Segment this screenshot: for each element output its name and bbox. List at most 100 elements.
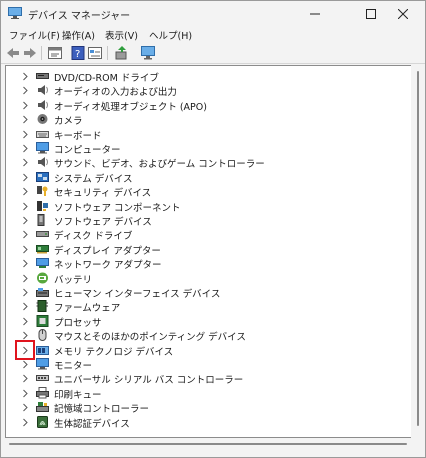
dvd-drive-icon	[36, 73, 49, 79]
tree-node-label: DVD/CD-ROM ドライブ	[54, 73, 159, 84]
tree-node[interactable]: キーボード	[6, 127, 412, 142]
properties-icon[interactable]	[48, 46, 62, 60]
help-icon[interactable]: ?	[71, 46, 85, 60]
chevron-right-icon[interactable]	[21, 317, 29, 326]
chevron-right-icon[interactable]	[21, 130, 29, 139]
tree-node[interactable]: カメラ	[6, 112, 412, 127]
tree-node-label: バッテリ	[54, 274, 93, 286]
scan-hardware-icon[interactable]	[141, 46, 155, 60]
tree-node-label: ヒューマン インターフェイス デバイス	[54, 289, 221, 300]
tree-node-label: ディスプレイ アダプター	[54, 245, 161, 257]
tree-node-label: ソフトウェア コンポーネント	[54, 202, 181, 214]
toolbar-separator	[41, 46, 42, 60]
tree-node-label: コンピューター	[54, 145, 121, 156]
tree-node-label: システム デバイス	[54, 173, 133, 185]
chevron-right-icon[interactable]	[21, 274, 29, 283]
tree-node[interactable]: オーディオの入力および出力	[6, 83, 412, 98]
software-component-icon	[37, 200, 48, 211]
tree-node[interactable]: コンピューター	[6, 141, 412, 156]
chevron-right-icon[interactable]	[21, 230, 29, 239]
update-driver-icon[interactable]	[115, 46, 129, 60]
tree-node[interactable]: システム デバイス	[6, 170, 412, 185]
tree-node[interactable]: サウンド、ビデオ、およびゲーム コントローラー	[6, 155, 412, 170]
tree-node[interactable]: 印刷キュー	[6, 386, 412, 401]
close-button[interactable]	[381, 1, 425, 27]
tree-node[interactable]: ファームウェア	[6, 299, 412, 314]
tree-node[interactable]: 生体認証デバイス	[6, 415, 412, 430]
forward-icon[interactable]	[23, 46, 37, 60]
chevron-right-icon[interactable]	[21, 216, 29, 225]
tree-node-label: キーボード	[54, 130, 102, 142]
view-icon[interactable]	[88, 46, 102, 60]
tree-node-label: 印刷キュー	[54, 389, 102, 401]
tree-node[interactable]: オーディオ処理オブジェクト (APO)	[6, 98, 412, 113]
window-title: デバイス マネージャー	[28, 11, 131, 22]
tree-node-label: セキュリティ デバイス	[54, 188, 152, 200]
menu-action[interactable]: 操作(A)	[62, 28, 95, 42]
menu-help[interactable]: ヘルプ(H)	[149, 28, 192, 42]
chevron-right-icon[interactable]	[21, 331, 29, 340]
keyboard-icon	[36, 130, 49, 138]
tree-node-label: ソフトウェア デバイス	[54, 217, 152, 228]
tree-node[interactable]: マウスとそのほかのポインティング デバイス	[6, 328, 412, 343]
minimize-button[interactable]	[293, 1, 337, 27]
chevron-right-icon[interactable]	[21, 389, 29, 398]
tree-node[interactable]: 記憶域コントローラー	[6, 400, 412, 415]
chevron-right-icon[interactable]	[21, 245, 29, 254]
tree-node[interactable]: DVD/CD-ROM ドライブ	[6, 69, 412, 84]
system-device-icon	[36, 171, 49, 182]
tree-node-label: オーディオの入力および出力	[54, 87, 177, 99]
device-tree[interactable]: DVD/CD-ROM ドライブオーディオの入力および出力オーディオ処理オブジェク…	[5, 65, 413, 438]
menu-file[interactable]: ファイル(F)	[9, 28, 60, 42]
tree-node[interactable]: プロセッサ	[6, 314, 412, 329]
tree-node-label: マウスとそのほかのポインティング デバイス	[54, 332, 246, 344]
chevron-right-icon[interactable]	[21, 360, 29, 369]
chevron-right-icon[interactable]	[21, 173, 29, 182]
tree-node[interactable]: メモリ テクノロジ デバイス	[6, 343, 412, 358]
tree-node[interactable]: セキュリティ デバイス	[6, 184, 412, 199]
chevron-right-icon[interactable]	[21, 302, 29, 311]
tree-node[interactable]: ソフトウェア コンポーネント	[6, 199, 412, 214]
tree-node[interactable]: バッテリ	[6, 271, 412, 286]
tree-node[interactable]: ネットワーク アダプター	[6, 256, 412, 271]
battery-icon	[37, 272, 48, 284]
vertical-scroll-thumb[interactable]	[417, 71, 419, 426]
disk-drive-icon	[36, 231, 49, 238]
chevron-right-icon[interactable]	[21, 158, 29, 167]
chevron-right-icon[interactable]	[21, 86, 29, 95]
horizontal-scrollbar[interactable]	[5, 438, 411, 450]
chevron-right-icon[interactable]	[21, 101, 29, 110]
vertical-scrollbar[interactable]	[411, 65, 423, 438]
storage-controller-icon	[36, 402, 49, 413]
toolbar-separator	[107, 46, 108, 60]
back-icon[interactable]	[6, 46, 20, 60]
tree-node-label: 生体認証デバイス	[54, 418, 130, 430]
tree-node[interactable]: ディスク ドライブ	[6, 227, 412, 242]
chevron-right-icon[interactable]	[21, 202, 29, 211]
device-manager-window: デバイス マネージャー ファイル(F) 操作(A) 表示(V) ヘルプ(H) ?…	[0, 0, 426, 458]
tree-node-label: ディスク ドライブ	[54, 231, 133, 243]
mouse-icon	[38, 329, 47, 342]
chevron-right-icon[interactable]	[21, 374, 29, 383]
tree-node[interactable]: ディスプレイ アダプター	[6, 242, 412, 257]
software-device-icon	[37, 214, 45, 226]
chevron-right-icon[interactable]	[21, 403, 29, 412]
chevron-right-icon[interactable]	[21, 187, 29, 196]
horizontal-scroll-thumb[interactable]	[9, 443, 407, 445]
chevron-right-icon[interactable]	[21, 259, 29, 268]
menu-view[interactable]: 表示(V)	[105, 28, 138, 42]
chevron-right-icon[interactable]	[21, 288, 29, 297]
chevron-right-icon[interactable]	[21, 72, 29, 81]
tree-node-label: ユニバーサル シリアル バス コントローラー	[54, 375, 244, 387]
chevron-right-icon[interactable]	[21, 115, 29, 124]
printer-icon	[36, 386, 49, 399]
tree-node[interactable]: ユニバーサル シリアル バス コントローラー	[6, 371, 412, 386]
tree-node-label: オーディオ処理オブジェクト (APO)	[54, 101, 207, 113]
tree-node[interactable]: モニター	[6, 357, 412, 372]
chevron-right-icon[interactable]	[21, 418, 29, 427]
tree-node-label: 記憶域コントローラー	[54, 404, 150, 416]
tree-node[interactable]: ヒューマン インターフェイス デバイス	[6, 285, 412, 300]
minimize-icon	[310, 13, 320, 15]
tree-node[interactable]: ソフトウェア デバイス	[6, 213, 412, 228]
chevron-right-icon[interactable]	[21, 144, 29, 153]
